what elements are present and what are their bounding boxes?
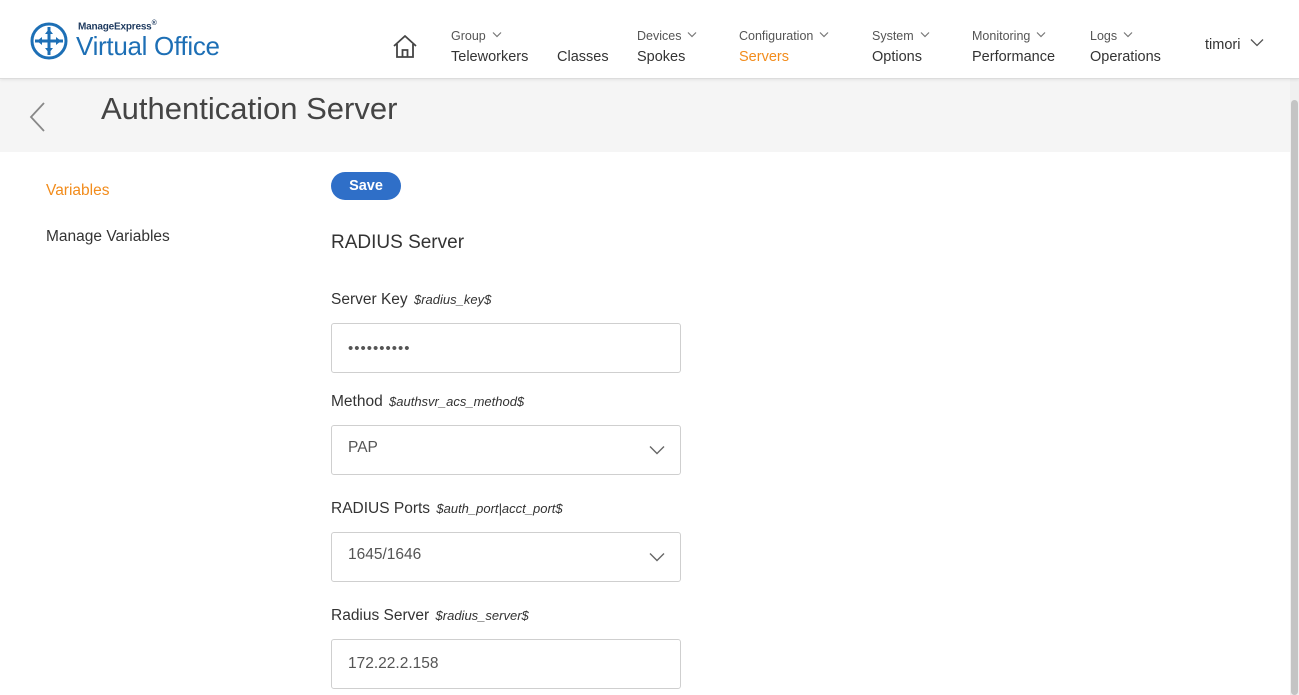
nav-servers[interactable]: Configuration Servers — [739, 28, 829, 66]
page-title: Authentication Server — [101, 91, 398, 126]
method-label: Method $authsvr_acs_method$ — [331, 393, 525, 410]
nav-label: Options — [872, 49, 922, 65]
nav-label: Teleworkers — [451, 49, 529, 65]
chevron-down-icon — [492, 32, 502, 38]
chevron-down-icon — [920, 32, 930, 38]
radius-ports-label: RADIUS Ports $auth_port|acct_port$ — [331, 500, 563, 517]
app-logo[interactable]: ManageExpress® Virtual Office — [30, 18, 250, 62]
section-title: RADIUS Server — [331, 232, 465, 253]
radius-server-label: Radius Server $radius_server$ — [331, 607, 529, 624]
variable-name: $radius_key$ — [413, 292, 492, 307]
user-name: timori — [1205, 37, 1241, 53]
server-key-label: Server Key $radius_key$ — [331, 291, 492, 308]
compass-cross-icon — [30, 22, 68, 60]
radius-server-input[interactable] — [332, 640, 680, 688]
scrollbar-thumb[interactable] — [1291, 100, 1298, 695]
nav-options[interactable]: System Options — [872, 28, 930, 66]
chevron-down-icon — [1123, 32, 1133, 38]
chevron-down-icon — [1036, 32, 1046, 38]
nav-spokes[interactable]: Devices Spokes — [637, 28, 697, 66]
save-button[interactable]: Save — [331, 172, 401, 200]
method-select[interactable]: PAP — [331, 425, 681, 475]
nav-classes[interactable]: Classes — [557, 28, 609, 66]
user-menu[interactable]: timori — [1205, 37, 1264, 53]
nav-group-label: System — [872, 28, 930, 44]
nav-label: Operations — [1090, 49, 1161, 65]
page-title-bar: Authentication Server — [0, 79, 1290, 152]
nav-group-label: Configuration — [739, 28, 829, 44]
nav-performance[interactable]: Monitoring Performance — [972, 28, 1055, 66]
home-icon[interactable] — [392, 33, 418, 59]
sidebar-item-manage-variables[interactable]: Manage Variables — [46, 228, 170, 246]
radius-ports-selected-value: 1645/1646 — [348, 546, 422, 563]
nav-label: Classes — [557, 49, 609, 65]
variable-name: $auth_port|acct_port$ — [436, 501, 563, 516]
nav-label: Performance — [972, 49, 1056, 65]
logo-product-name: Virtual Office — [76, 31, 220, 61]
nav-operations[interactable]: Logs Operations — [1090, 28, 1161, 66]
variable-name: $authsvr_acs_method$ — [389, 394, 525, 409]
nav-label: Spokes — [637, 49, 686, 65]
nav-group-label: Devices — [637, 28, 697, 44]
sidebar-item-variables[interactable]: Variables — [46, 182, 109, 200]
chevron-down-icon — [649, 553, 665, 562]
chevron-down-icon — [649, 446, 665, 455]
chevron-left-icon[interactable] — [28, 101, 48, 133]
top-header: ManageExpress® Virtual Office Group Tele… — [0, 0, 1299, 79]
nav-label: Servers — [739, 49, 789, 65]
server-key-field — [331, 323, 681, 373]
method-selected-value: PAP — [348, 439, 378, 456]
chevron-down-icon — [819, 32, 829, 38]
chevron-down-icon — [1250, 39, 1264, 47]
nav-group-label: Group — [451, 28, 528, 44]
nav-teleworkers[interactable]: Group Teleworkers — [451, 28, 528, 66]
nav-group-label: Logs — [1090, 28, 1161, 44]
nav-group-label: Monitoring — [972, 28, 1055, 44]
radius-server-field — [331, 639, 681, 689]
chevron-down-icon — [688, 32, 697, 38]
variable-name: $radius_server$ — [435, 608, 529, 623]
radius-ports-select[interactable]: 1645/1646 — [331, 532, 681, 582]
server-key-input[interactable] — [332, 324, 680, 372]
